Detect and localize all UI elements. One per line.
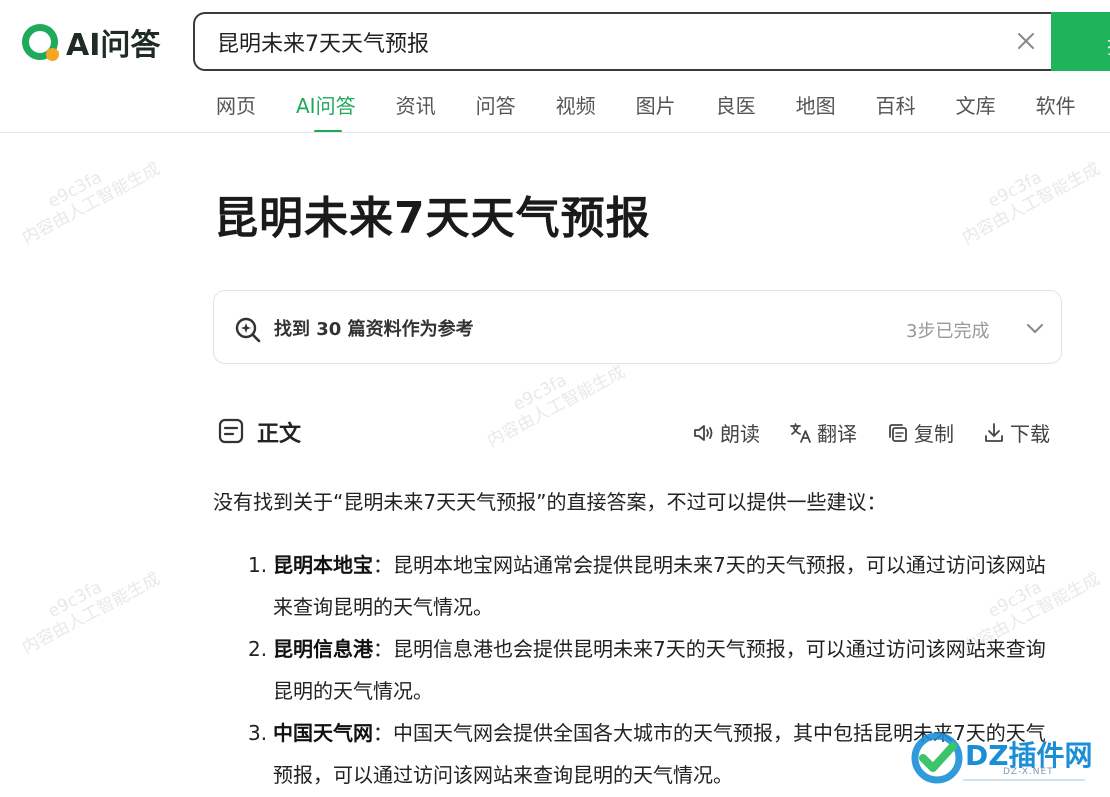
tab-qa[interactable]: 问答 [476,92,516,132]
watermark-code: e9c3fa [44,167,106,213]
list-item-number: 1. [248,553,268,577]
translate-button[interactable]: 翻译 [789,418,857,447]
corner-logo-subtext: DZ-X.NET [1003,767,1054,777]
list-item: 2. 昆明信息港：昆明信息港也会提供昆明未来7天的天气预报，可以通过访问该网站来查… [248,628,1060,712]
logo-text: AI问答 [66,28,161,63]
clear-icon[interactable] [1013,28,1039,54]
download-button[interactable]: 下载 [982,418,1050,447]
tab-doctor[interactable]: 良医 [716,92,756,132]
tab-ai-qa[interactable]: AI问答 [296,92,356,133]
download-icon [985,422,1003,442]
watermark-code: e9c3fa [984,167,1046,213]
page-title: 昆明未来7天天气预报 [214,193,651,244]
tab-news[interactable]: 资讯 [396,92,436,132]
logo-dot-icon [46,48,59,61]
download-label: 下载 [1010,422,1050,446]
search-sparkle-icon [235,317,261,343]
watermark: e9c3fa 内容由人工智能生成 [10,551,164,658]
watermark-text: 内容由人工智能生成 [958,159,1104,249]
list-item-name: 昆明本地宝 [273,553,373,577]
document-icon [218,418,244,444]
list-item-separator: ： [373,553,393,577]
logo-ring-icon [22,24,59,61]
list-item: 1. 昆明本地宝：昆明本地宝网站通常会提供昆明未来7天的天气预报，可以通过访问该网… [248,544,1060,628]
list-item-number: 2. [248,637,268,661]
search-button[interactable]: 搜 [1051,12,1110,71]
watermark-text: 内容由人工智能生成 [18,569,164,659]
site-logo[interactable]: AI问答 [22,22,161,63]
read-aloud-button[interactable]: 朗读 [692,418,760,447]
copy-button[interactable]: 复制 [886,418,954,447]
list-item-number: 3. [248,721,268,745]
watermark: e9c3fa 内容由人工智能生成 [10,141,164,248]
tab-web[interactable]: 网页 [216,92,256,132]
read-aloud-label: 朗读 [720,422,760,446]
tab-baike[interactable]: 百科 [876,92,916,132]
tab-divider [0,132,1110,133]
list-item-name: 昆明信息港 [273,637,373,661]
translate-label: 翻译 [817,422,857,446]
search-box [193,12,1063,71]
list-item-separator: ： [373,637,393,661]
watermark-text: 内容由人工智能生成 [483,362,629,452]
search-tabs: 网页 AI问答 资讯 问答 视频 图片 良医 地图 百科 文库 软件 [216,92,1110,133]
tab-software[interactable]: 软件 [1036,92,1076,132]
references-status: 3步已完成 [906,321,990,342]
tab-images[interactable]: 图片 [636,92,676,132]
copy-label: 复制 [914,422,954,446]
references-card[interactable]: 找到 30 篇资料作为参考 3步已完成 [213,290,1062,364]
copy-icon [889,423,907,442]
tab-wenku[interactable]: 文库 [956,92,996,132]
speaker-icon [694,424,713,441]
watermark-code: e9c3fa [44,577,106,623]
list-item-name: 中国天气网 [273,721,373,745]
answer-intro: 没有找到关于“昆明未来7天天气预报”的直接答案，不过可以提供一些建议： [213,490,887,514]
tab-video[interactable]: 视频 [556,92,596,132]
search-input[interactable] [217,14,977,69]
section-title: 正文 [257,422,302,447]
watermark-text: 内容由人工智能生成 [18,159,164,249]
chevron-down-icon[interactable] [1024,317,1046,339]
watermark: e9c3fa 内容由人工智能生成 [950,141,1104,249]
list-item-separator: ： [373,721,393,745]
references-text: 找到 30 篇资料作为参考 [274,319,474,340]
tab-map[interactable]: 地图 [796,92,836,132]
translate-icon [790,422,811,443]
